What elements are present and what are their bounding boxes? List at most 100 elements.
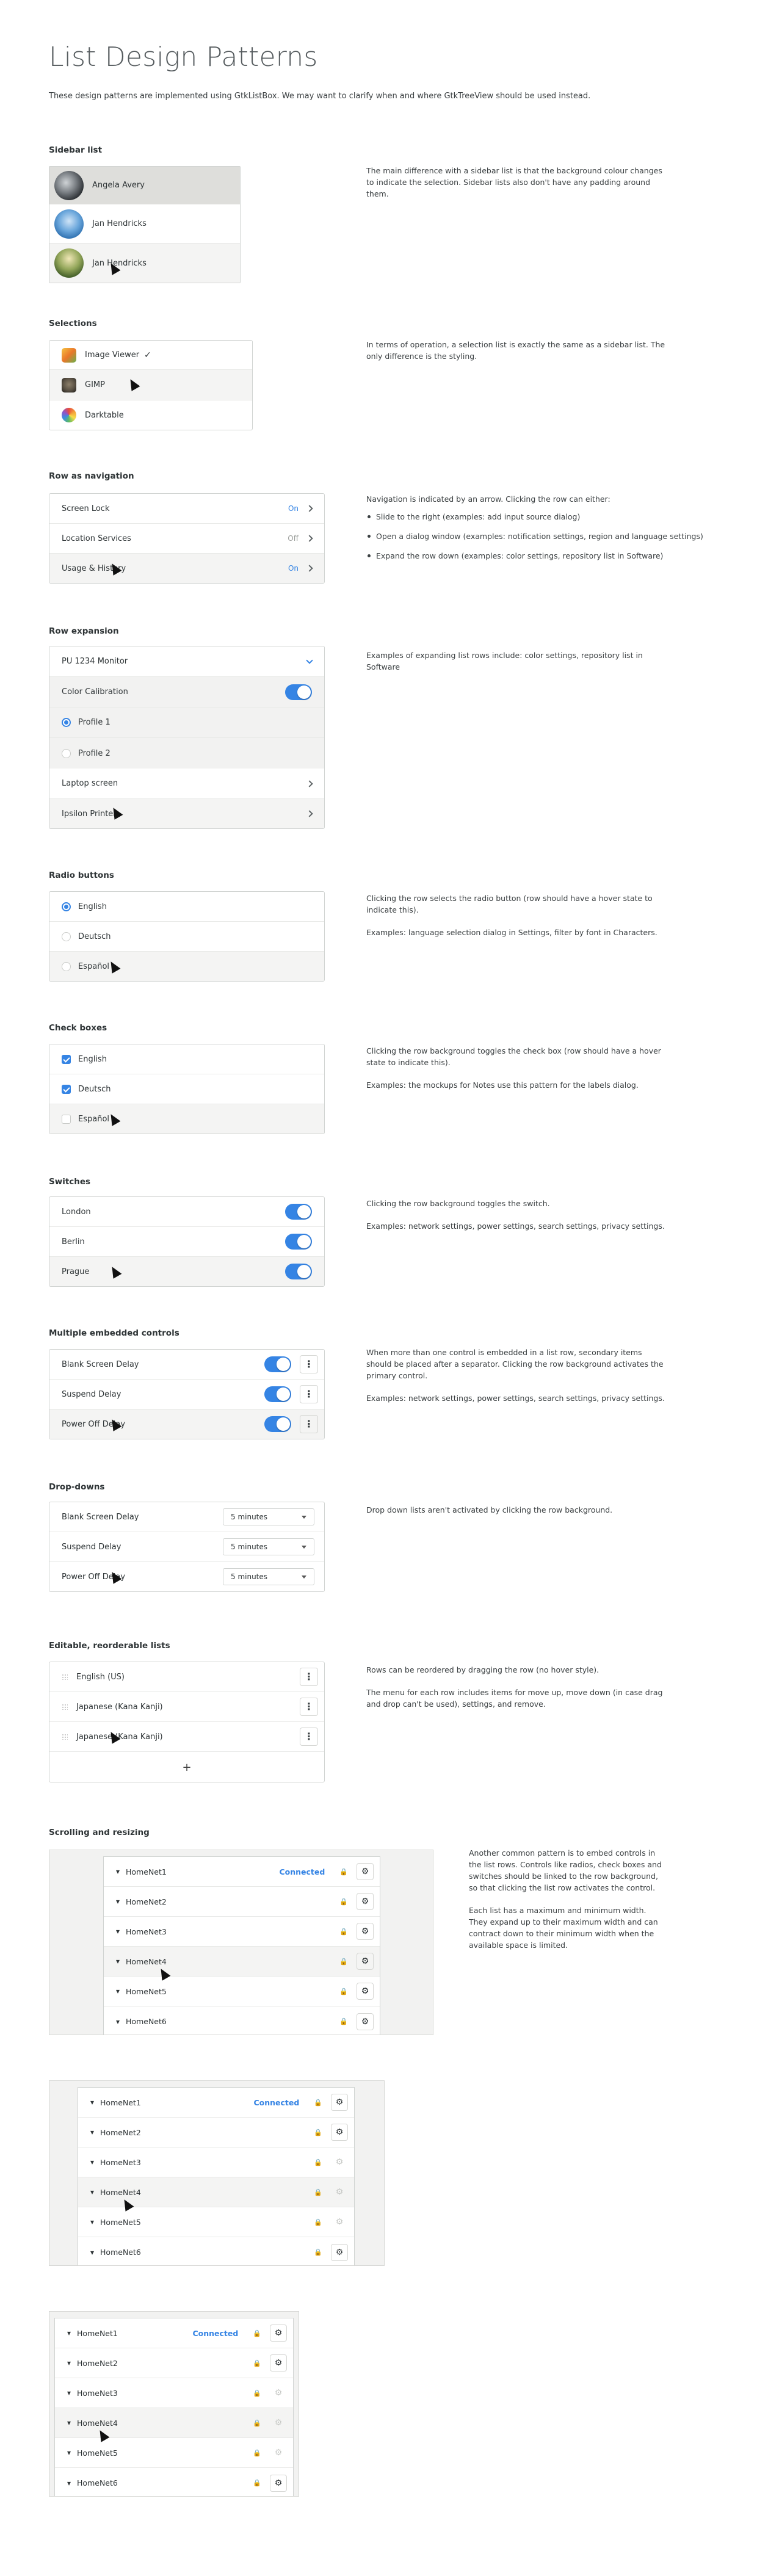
network-row[interactable]: ▾ HomeNet6 🔒 ⚙	[78, 2237, 354, 2265]
gear-icon[interactable]: ⚙	[357, 1983, 374, 2000]
gear-icon[interactable]: ⚙	[270, 2414, 287, 2431]
drag-handle-icon[interactable]	[62, 1734, 68, 1740]
gear-icon[interactable]: ⚙	[357, 1893, 374, 1910]
toggle-switch[interactable]	[285, 1204, 312, 1220]
more-menu-icon[interactable]: ⋮	[300, 1668, 318, 1686]
gear-icon[interactable]: ⚙	[357, 1863, 374, 1880]
checkbox[interactable]	[62, 1114, 71, 1124]
row-label: English	[78, 902, 107, 911]
avatar	[54, 209, 84, 239]
gear-icon[interactable]: ⚙	[331, 2094, 348, 2111]
dropdown-select[interactable]: 5 minutes	[223, 1568, 314, 1585]
list-item[interactable]: Darktable	[49, 400, 252, 430]
gear-icon[interactable]: ⚙	[357, 2013, 374, 2030]
gear-icon[interactable]: ⚙	[331, 2154, 348, 2171]
network-row[interactable]: ▾ HomeNet5 🔒 ⚙	[78, 2207, 354, 2237]
network-row[interactable]: ▾ HomeNet2 🔒 ⚙	[55, 2348, 293, 2378]
list-item[interactable]: Profile 2	[49, 738, 324, 769]
network-row[interactable]: ▾ HomeNet6 🔒 ⚙	[55, 2468, 293, 2496]
list-item[interactable]: Prague	[49, 1257, 324, 1286]
list-item[interactable]: Español	[49, 952, 324, 981]
list-item[interactable]: Deutsch	[49, 922, 324, 952]
dropdown-select[interactable]: 5 minutes	[223, 1538, 314, 1555]
list-item[interactable]: Angela Avery	[49, 167, 240, 204]
list-item[interactable]: Japanese (Kana Kanji) ⋮	[49, 1722, 324, 1752]
radio-button[interactable]	[62, 932, 71, 941]
toggle-switch[interactable]	[285, 684, 312, 700]
list-item[interactable]: Jan Hendricks	[49, 244, 240, 283]
network-row[interactable]: ▾ HomeNet1 Connected 🔒 ⚙	[78, 2088, 354, 2118]
list-item[interactable]: Image Viewer ✓	[49, 341, 252, 370]
network-row[interactable]: ▾ HomeNet4 🔒 ⚙	[78, 2177, 354, 2207]
list-item-expanded[interactable]: PU 1234 Monitor	[49, 646, 324, 677]
network-row[interactable]: ▾ HomeNet1 Connected 🔒 ⚙	[104, 1857, 380, 1887]
network-row[interactable]: ▾ HomeNet5 🔒 ⚙	[55, 2438, 293, 2468]
radio-button[interactable]	[62, 902, 71, 911]
list-item[interactable]: English (US) ⋮	[49, 1662, 324, 1692]
network-row[interactable]: ▾ HomeNet4 🔒 ⚙	[55, 2408, 293, 2438]
network-row[interactable]: ▾ HomeNet5 🔒 ⚙	[104, 1977, 380, 2006]
list-item[interactable]: Ipsilon Printer	[49, 799, 324, 828]
toggle-switch[interactable]	[285, 1264, 312, 1279]
network-name-group: ▾ HomeNet5	[67, 2448, 244, 2458]
gear-icon[interactable]: ⚙	[331, 2213, 348, 2230]
more-menu-icon[interactable]: ⋮	[300, 1355, 318, 1373]
list-item[interactable]: Color Calibration	[49, 677, 324, 707]
network-row[interactable]: ▾ HomeNet2 🔒 ⚙	[104, 1887, 380, 1917]
list-item[interactable]: London	[49, 1197, 324, 1227]
row-value: On	[288, 564, 299, 573]
toggle-switch[interactable]	[264, 1416, 291, 1432]
list-item[interactable]: Jan Hendricks	[49, 204, 240, 244]
network-row[interactable]: ▾ HomeNet6 🔒 ⚙	[104, 2006, 380, 2035]
more-menu-icon[interactable]: ⋮	[300, 1385, 318, 1403]
toggle-switch[interactable]	[285, 1234, 312, 1250]
checkbox[interactable]	[62, 1054, 71, 1064]
more-menu-icon[interactable]: ⋮	[300, 1415, 318, 1433]
more-menu-icon[interactable]: ⋮	[300, 1698, 318, 1716]
network-row[interactable]: ▾ HomeNet2 🔒 ⚙	[78, 2118, 354, 2147]
list-item[interactable]: Suspend Delay ⋮	[49, 1380, 324, 1409]
list-item[interactable]: English	[49, 1044, 324, 1074]
drag-handle-icon[interactable]	[62, 1674, 68, 1680]
network-row[interactable]: ▾ HomeNet3 🔒 ⚙	[55, 2378, 293, 2408]
gear-icon[interactable]: ⚙	[270, 2474, 287, 2492]
gear-icon[interactable]: ⚙	[331, 2183, 348, 2201]
network-row[interactable]: ▾ HomeNet4 🔒 ⚙	[104, 1947, 380, 1977]
list-item[interactable]: Blank Screen Delay ⋮	[49, 1350, 324, 1380]
list-item[interactable]: Laptop screen	[49, 769, 324, 799]
gear-icon[interactable]: ⚙	[357, 1953, 374, 1970]
gear-icon[interactable]: ⚙	[331, 2243, 348, 2261]
network-row[interactable]: ▾ HomeNet1 Connected 🔒 ⚙	[55, 2318, 293, 2348]
gear-icon[interactable]: ⚙	[270, 2384, 287, 2401]
list-item[interactable]: Deutsch	[49, 1074, 324, 1104]
drag-handle-icon[interactable]	[62, 1704, 68, 1710]
gear-icon[interactable]: ⚙	[270, 2444, 287, 2461]
add-row-button[interactable]: +	[49, 1752, 324, 1782]
gear-icon[interactable]: ⚙	[331, 2124, 348, 2141]
gear-icon[interactable]: ⚙	[270, 2325, 287, 2342]
more-menu-icon[interactable]: ⋮	[300, 1728, 318, 1746]
toggle-switch[interactable]	[264, 1386, 291, 1402]
list-item[interactable]: GIMP	[49, 370, 252, 400]
radio-button[interactable]	[62, 748, 71, 758]
toggle-switch[interactable]	[264, 1356, 291, 1372]
list-item[interactable]: Location Services Off	[49, 524, 324, 554]
list-item[interactable]: Screen Lock On	[49, 494, 324, 524]
radio-button[interactable]	[62, 718, 71, 727]
radio-button[interactable]	[62, 961, 71, 971]
list-item[interactable]: Profile 1	[49, 707, 324, 738]
dropdown-select[interactable]: 5 minutes	[223, 1508, 314, 1525]
checkbox-list: English Deutsch Español	[49, 1044, 325, 1134]
network-row[interactable]: ▾ HomeNet3 🔒 ⚙	[104, 1917, 380, 1947]
list-item[interactable]: Usage & History On	[49, 554, 324, 583]
list-item[interactable]: Berlin	[49, 1227, 324, 1257]
network-row[interactable]: ▾ HomeNet3 🔒 ⚙	[78, 2147, 354, 2177]
list-item[interactable]: Español	[49, 1104, 324, 1134]
gear-icon[interactable]: ⚙	[357, 1923, 374, 1940]
list-item[interactable]: Japanese (Kana Kanji) ⋮	[49, 1692, 324, 1722]
gear-icon[interactable]: ⚙	[270, 2354, 287, 2372]
list-item[interactable]: Power Off Delay ⋮	[49, 1409, 324, 1439]
list-item[interactable]: English	[49, 892, 324, 922]
checkbox[interactable]	[62, 1084, 71, 1094]
row-label: Blank Screen Delay	[62, 1359, 139, 1369]
